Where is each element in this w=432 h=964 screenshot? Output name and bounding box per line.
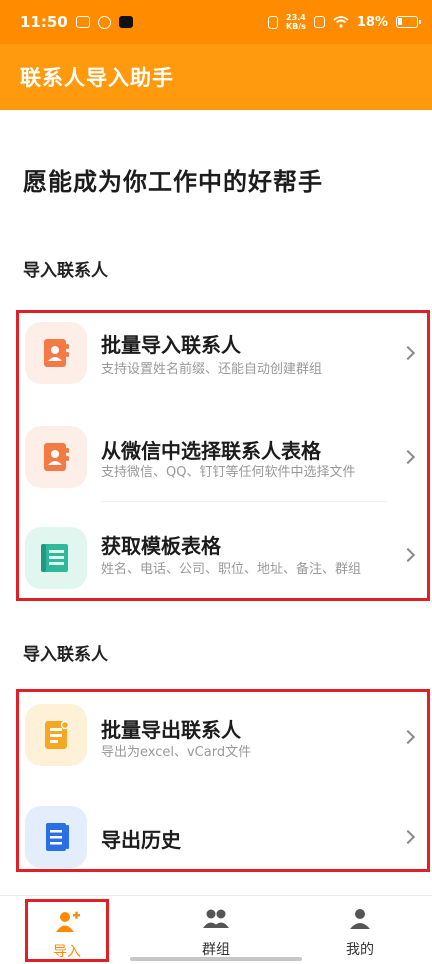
export-batch-item[interactable]: 批量导出联系人 导出为excel、vCard文件	[19, 692, 427, 784]
sim-off-icon	[313, 16, 325, 28]
network-speed: 23.4 KB/s	[286, 13, 306, 31]
status-bar: 11:50 23.4 KB/s 18%	[0, 0, 432, 44]
item-title: 批量导出联系人	[101, 718, 241, 742]
export-doc-icon	[25, 704, 87, 766]
status-right: 23.4 KB/s 18%	[267, 13, 421, 31]
export-history-item[interactable]: 导出历史	[19, 784, 427, 872]
import-card: 批量导入联系人 支持设置姓名前缀、还能自动创建群组 从微信中选择联系人表格 支持…	[16, 310, 430, 601]
status-time: 11:50	[20, 13, 68, 31]
bottom-navigation: 导入 群组 我的	[0, 895, 432, 964]
nav-import[interactable]: 导入	[25, 899, 109, 962]
add-person-icon	[56, 911, 80, 932]
speed-unit: KB/s	[285, 22, 306, 31]
chevron-right-icon	[400, 829, 416, 845]
item-title: 获取模板表格	[101, 534, 221, 558]
chevron-right-icon	[400, 547, 416, 563]
item-subtitle: 导出为excel、vCard文件	[101, 745, 252, 760]
row-divider	[101, 501, 387, 502]
sync-icon	[97, 15, 111, 29]
group-icon	[203, 909, 229, 928]
screen: 11:50 23.4 KB/s 18% 联系人导入助手 愿能成为你工作中的好帮手	[0, 0, 432, 964]
nav-label: 群组	[202, 942, 230, 958]
item-subtitle: 支持微信、QQ、钉钉等任何软件中选择文件	[101, 465, 356, 480]
item-title: 从微信中选择联系人表格	[101, 439, 321, 463]
get-template-item[interactable]: 获取模板表格 姓名、电话、公司、职位、地址、备注、群组	[19, 505, 427, 601]
history-book-icon	[25, 806, 87, 868]
app-title: 联系人导入助手	[20, 66, 174, 90]
item-subtitle: 姓名、电话、公司、职位、地址、备注、群组	[101, 562, 362, 577]
wifi-icon	[333, 16, 349, 28]
export-section-title: 导入联系人	[23, 645, 108, 665]
item-title: 批量导入联系人	[101, 333, 241, 357]
export-card: 批量导出联系人 导出为excel、vCard文件 导出历史	[16, 689, 430, 872]
nav-mine[interactable]: 我的	[315, 896, 405, 964]
item-title: 导出历史	[101, 828, 181, 852]
import-batch-item[interactable]: 批量导入联系人 支持设置姓名前缀、还能自动创建群组	[19, 313, 427, 409]
home-indicator[interactable]	[130, 957, 302, 961]
app-bar: 联系人导入助手	[0, 44, 432, 110]
nav-label: 我的	[346, 942, 374, 958]
status-left: 11:50	[20, 13, 133, 31]
battery-percent: 18%	[356, 14, 388, 30]
calendar-icon	[75, 16, 90, 28]
import-section-title: 导入联系人	[23, 261, 108, 281]
chevron-right-icon	[400, 729, 416, 745]
chevron-right-icon	[400, 345, 416, 361]
nav-group[interactable]: 群组	[171, 896, 261, 964]
person-icon	[350, 909, 370, 929]
vibrate-icon	[267, 15, 278, 29]
item-subtitle: 支持设置姓名前缀、还能自动创建群组	[101, 362, 323, 377]
import-wechat-item[interactable]: 从微信中选择联系人表格 支持微信、QQ、钉钉等任何软件中选择文件	[19, 409, 427, 505]
contact-book-icon	[25, 322, 87, 384]
template-sheet-icon	[25, 527, 87, 589]
tiktok-icon	[118, 16, 133, 28]
slogan: 愿能成为你工作中的好帮手	[23, 168, 323, 196]
speed-value: 23.4	[286, 13, 306, 22]
battery-icon	[396, 16, 421, 28]
nav-label: 导入	[53, 944, 81, 960]
contact-book-icon	[25, 426, 87, 488]
chevron-right-icon	[400, 449, 416, 465]
